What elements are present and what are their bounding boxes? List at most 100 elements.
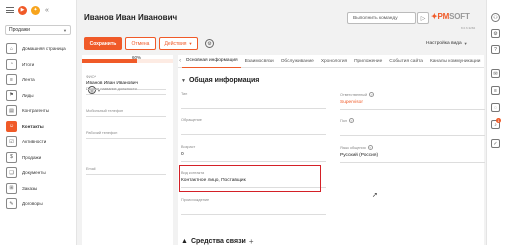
- command-input[interactable]: Выполнить команду: [347, 12, 416, 24]
- tab[interactable]: Взаимосвязи: [241, 55, 277, 68]
- actions-button[interactable]: Действия ▼: [159, 37, 198, 50]
- collapse-caret-icon: ▲: [181, 238, 188, 245]
- sidebar-item[interactable]: ⚑ Лиды: [0, 88, 76, 104]
- tasks-icon[interactable]: ✓: [491, 139, 500, 148]
- sidebar-item[interactable]: ◔ Итоги: [0, 57, 76, 73]
- chat-icon[interactable]: ◌: [491, 103, 500, 112]
- feed-icon[interactable]: ≡: [491, 86, 500, 95]
- profile-field[interactable]: Мобильный телефон: [86, 109, 166, 117]
- settings-gear-icon[interactable]: ⚙: [491, 29, 500, 38]
- save-button[interactable]: Сохранить: [84, 37, 122, 50]
- chart-icon: ◔: [6, 58, 17, 70]
- profile-field[interactable]: Email: [86, 167, 166, 175]
- section-general-header[interactable]: ▼ Общая информация: [181, 77, 259, 84]
- mouse-cursor-icon: ➚: [372, 192, 378, 199]
- home-icon: ⌂: [6, 43, 17, 55]
- completeness-bar-fill: [82, 59, 137, 63]
- field-underline: [181, 134, 326, 135]
- field-value[interactable]: [340, 126, 485, 132]
- field-label: Тип: [181, 92, 188, 96]
- field-label: Происхождение: [181, 198, 210, 202]
- detail-tabs: ‹ Основная информация Взаимосвязи Обслужив…: [178, 55, 484, 68]
- version-label: 8.0.6.3284: [461, 26, 476, 30]
- sidebar-item[interactable]: $ Продажи: [0, 150, 76, 166]
- sidebar-top: ▶ ✦ «: [0, 0, 76, 20]
- completeness-percent: 60%: [132, 55, 142, 60]
- sidebar-item[interactable]: ⊞ Заказы: [0, 181, 76, 197]
- notifications-icon[interactable]: ♪ 1: [491, 118, 501, 129]
- help-icon[interactable]: ?: [367, 145, 373, 150]
- page-title: Иванов Иван Иванович: [84, 13, 178, 22]
- tab[interactable]: Каналы коммуникации: [426, 55, 484, 68]
- detail-field[interactable]: Пол?: [340, 118, 485, 136]
- tab[interactable]: Хронология: [317, 55, 350, 68]
- field-label: Мобильный телефон: [86, 109, 124, 113]
- help-icon[interactable]: ?: [369, 92, 375, 97]
- profile-field[interactable]: Полное название должности: [86, 87, 166, 95]
- sidebar-item[interactable]: ⌂ Домашняя страница: [0, 41, 76, 57]
- detail-field[interactable]: Язык общения? Русский (Россия): [340, 145, 485, 163]
- field-value[interactable]: [181, 99, 326, 105]
- sidebar-item[interactable]: ✎ Договоры: [0, 196, 76, 212]
- field-underline: [340, 135, 485, 136]
- contact-type-highlight: [179, 165, 321, 192]
- sidebar-item[interactable]: ☑ Активности: [0, 134, 76, 150]
- collapse-icon[interactable]: «: [45, 7, 49, 14]
- help-icon[interactable]: ?: [348, 118, 354, 123]
- tab[interactable]: События сайта: [386, 55, 427, 68]
- detail-field[interactable]: Возраст 0: [181, 145, 326, 162]
- sidebar-item-label: Заказы: [22, 185, 38, 191]
- field-value[interactable]: 0: [181, 152, 326, 158]
- workspace-select[interactable]: Продажи ▼: [5, 25, 71, 35]
- process-icon[interactable]: ▶: [18, 5, 27, 15]
- section-contacts-title: Средства связи: [190, 238, 246, 245]
- field-label: Обращение: [181, 118, 202, 122]
- sidebar-item-label: Контрагенты: [22, 108, 50, 113]
- view-settings-label: Настройка вида: [426, 41, 462, 46]
- orders-icon: ⊞: [6, 182, 17, 194]
- field-value[interactable]: [181, 205, 326, 211]
- right-rail: ⚇ ⚙ ? ✉ ≡ ◌ ♪ 1 ✓: [486, 0, 505, 245]
- detail-field[interactable]: Ответственный? Supervisor: [340, 92, 485, 110]
- cancel-button[interactable]: Отмена: [125, 37, 156, 50]
- field-value[interactable]: Иванов Иван Иванович: [86, 81, 166, 86]
- field-label: Язык общения?: [340, 145, 373, 150]
- detail-field[interactable]: Происхождение: [181, 198, 326, 215]
- email-icon[interactable]: ✉: [491, 69, 500, 78]
- studio-icon[interactable]: ✦: [31, 5, 40, 15]
- page-settings-icon[interactable]: ⚙: [205, 39, 214, 48]
- field-underline: [86, 174, 166, 175]
- field-value[interactable]: [181, 125, 326, 131]
- section-contacts-header[interactable]: ▲ Средства связи +: [181, 237, 254, 245]
- collapse-caret-icon: ▼: [181, 77, 186, 84]
- notification-badge: 1: [496, 118, 501, 123]
- sidebar-item[interactable]: ≡ Лента: [0, 72, 76, 88]
- help-icon[interactable]: ?: [491, 45, 500, 54]
- profile-field[interactable]: Рабочий телефон: [86, 131, 166, 139]
- sidebar-item[interactable]: ▤ Контрагенты: [0, 103, 76, 119]
- sales-icon: $: [6, 151, 17, 163]
- detail-field[interactable]: Тип: [181, 92, 326, 109]
- view-settings-button[interactable]: Настройка вида ▼: [426, 41, 468, 46]
- actions-button-label: Действия: [164, 40, 187, 47]
- sidebar-item-label: Контакты: [22, 123, 44, 129]
- documents-icon: ❑: [6, 167, 17, 179]
- sidebar-item[interactable]: ☺ Контакты: [0, 119, 76, 135]
- menu-icon[interactable]: [6, 7, 14, 13]
- sidebar-item[interactable]: ❑ Документы: [0, 165, 76, 181]
- profile-icon[interactable]: ⚇: [491, 13, 500, 22]
- command-run-button[interactable]: ▷: [417, 12, 429, 24]
- add-contact-means-button[interactable]: +: [249, 237, 254, 245]
- field-underline: [340, 109, 485, 110]
- detail-field[interactable]: Обращение: [181, 118, 326, 135]
- tab[interactable]: Основная информация: [182, 55, 242, 68]
- section-general-title: Общая информация: [188, 77, 260, 84]
- chevron-down-icon: ▼: [188, 41, 193, 46]
- chevron-down-icon: ▼: [463, 41, 468, 46]
- tab[interactable]: Обслуживание: [277, 55, 317, 68]
- tab[interactable]: Приложение: [351, 55, 386, 68]
- field-underline: [181, 161, 326, 162]
- field-label: ФИО*: [86, 75, 97, 79]
- field-value[interactable]: Русский (Россия): [340, 153, 485, 159]
- field-value[interactable]: Supervisor: [340, 100, 485, 106]
